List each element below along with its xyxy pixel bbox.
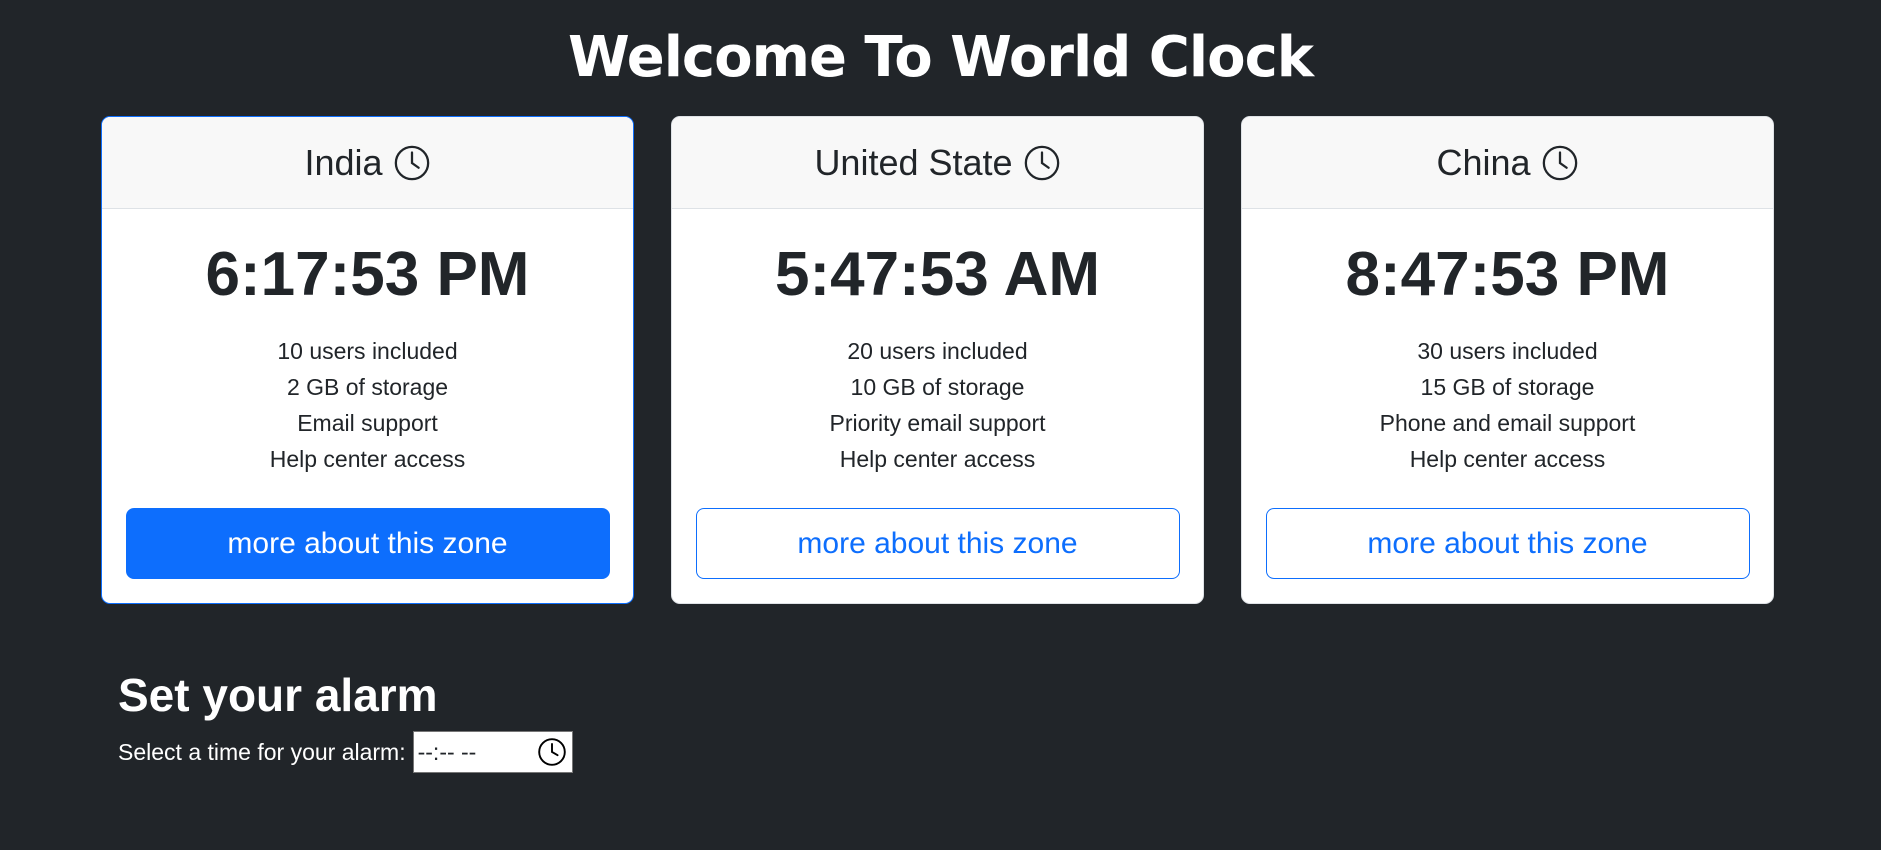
zone-name: India — [304, 141, 383, 183]
zone-name: China — [1436, 141, 1531, 183]
page-title: Welcome To World Clock — [567, 25, 1314, 90]
feature-item: 15 GB of storage — [1420, 374, 1595, 400]
alarm-row: Select a time for your alarm: --:-- -- — [118, 731, 573, 773]
feature-item: 30 users included — [1417, 338, 1598, 364]
feature-item: Email support — [297, 410, 438, 436]
card-header: India — [102, 117, 633, 209]
feature-item: Phone and email support — [1379, 410, 1636, 436]
card-body: 5:47:53 AM 20 users included 10 GB of st… — [672, 209, 1203, 603]
zone-time: 5:47:53 AM — [774, 240, 1101, 309]
alarm-section: Set your alarm Select a time for your al… — [118, 665, 573, 773]
feature-item: 10 GB of storage — [850, 374, 1025, 400]
feature-list: 30 users included 15 GB of storage Phone… — [1380, 333, 1636, 477]
feature-list: 10 users included 2 GB of storage Email … — [270, 333, 466, 477]
feature-item: Help center access — [1409, 446, 1606, 472]
card-header: China — [1242, 117, 1773, 209]
zone-time: 8:47:53 PM — [1345, 240, 1670, 309]
clock-card-india: India 6:17:53 PM 10 users included 2 GB … — [101, 116, 634, 604]
alarm-label: Select a time for your alarm: — [118, 738, 406, 765]
more-about-zone-button[interactable]: more about this zone — [695, 508, 1180, 579]
clock-cards: India 6:17:53 PM 10 users included 2 GB … — [101, 116, 1774, 604]
alarm-title: Set your alarm — [118, 669, 438, 721]
card-header: United State — [672, 117, 1203, 209]
alarm-time-input[interactable]: --:-- -- — [412, 731, 573, 773]
feature-item: 2 GB of storage — [286, 374, 449, 400]
feature-item: Priority email support — [829, 410, 1046, 436]
zone-name: United State — [814, 141, 1013, 183]
more-about-zone-button[interactable]: more about this zone — [125, 508, 610, 579]
clock-icon — [1541, 144, 1579, 182]
alarm-time-placeholder: --:-- -- — [417, 738, 477, 765]
feature-item: Help center access — [839, 446, 1036, 472]
feature-list: 20 users included 10 GB of storage Prior… — [829, 333, 1045, 477]
card-body: 8:47:53 PM 30 users included 15 GB of st… — [1242, 209, 1773, 603]
feature-item: 10 users included — [277, 338, 458, 364]
feature-item: Help center access — [269, 446, 466, 472]
feature-item: 20 users included — [847, 338, 1028, 364]
clock-icon[interactable] — [536, 736, 568, 768]
clock-card-china: China 8:47:53 PM 30 users included 15 GB… — [1241, 116, 1774, 604]
clock-card-united-state: United State 5:47:53 AM 20 users include… — [671, 116, 1204, 604]
more-about-zone-button[interactable]: more about this zone — [1265, 508, 1750, 579]
clock-icon — [1023, 144, 1061, 182]
zone-time: 6:17:53 PM — [205, 240, 530, 309]
clock-icon — [393, 144, 431, 182]
card-body: 6:17:53 PM 10 users included 2 GB of sto… — [102, 209, 633, 603]
